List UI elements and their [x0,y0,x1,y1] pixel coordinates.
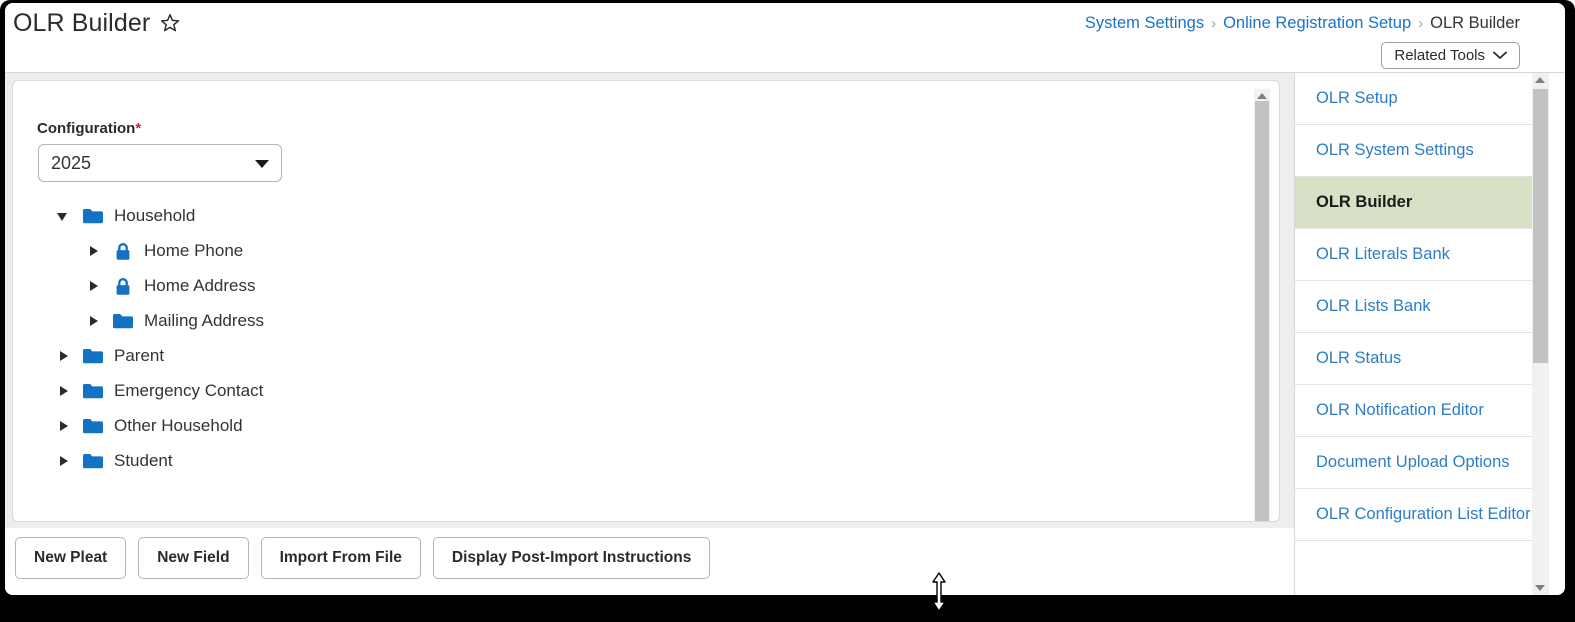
sidebar-item-label: OLR System Settings [1316,141,1474,159]
related-tools-label: Related Tools [1394,47,1485,64]
configuration-select[interactable]: 2025 [38,144,282,182]
sidebar-item-olr-configuration-list-editor[interactable]: OLR Configuration List Editor [1295,489,1532,541]
application-window: OLR Builder System Settings › Online Reg… [5,3,1565,595]
sidebar-scrollbar-thumb[interactable] [1533,89,1548,363]
star-outline-icon[interactable] [159,12,181,34]
display-post-import-instructions-button[interactable]: Display Post-Import Instructions [432,537,711,579]
tree-node-label: Home Phone [144,240,244,260]
window-bottom-strip [0,595,1575,622]
sidebar-item-label: OLR Literals Bank [1316,245,1450,263]
related-tools-button[interactable]: Related Tools [1381,42,1520,69]
tree-node-label: Student [114,450,173,470]
breadcrumb: System Settings › Online Registration Se… [1085,14,1520,33]
tree-node-mailing-address[interactable]: Mailing Address [13,303,1279,338]
required-asterisk: * [135,120,142,137]
action-bar: New Pleat New Field Import From File Displa… [5,528,1294,595]
sidebar-item-label: Document Upload Options [1316,453,1510,471]
sidebar-item-olr-literals-bank[interactable]: OLR Literals Bank [1295,229,1532,281]
folder-icon [82,452,104,470]
lock-icon [112,277,134,295]
sidebar-item-olr-lists-bank[interactable]: OLR Lists Bank [1295,281,1532,333]
page-title: OLR Builder [13,9,151,37]
configuration-select-value: 2025 [51,153,92,173]
folder-icon [112,312,134,330]
folder-icon [82,417,104,435]
sidebar-item-olr-status[interactable]: OLR Status [1295,333,1532,385]
caret-right-icon[interactable] [57,454,71,468]
folder-icon [82,382,104,400]
tree-node-other-household[interactable]: Other Household [13,408,1279,443]
sidebar-item-label: OLR Notification Editor [1316,401,1484,419]
sidebar-item-label: OLR Configuration List Editor [1316,505,1531,523]
main-scrollbar-thumb[interactable] [1255,101,1269,521]
scroll-down-arrow-icon[interactable] [1535,585,1545,591]
body-region: Configuration* 2025 Household Home Phone H… [5,73,1565,595]
tree-node-parent[interactable]: Parent [13,338,1279,373]
caret-right-icon[interactable] [57,349,71,363]
new-pleat-button[interactable]: New Pleat [15,537,127,579]
sidebar-item-label: OLR Lists Bank [1316,297,1431,315]
caret-right-icon[interactable] [57,384,71,398]
tree-node-home-address[interactable]: Home Address [13,268,1279,303]
action-buttons: New Pleat New Field Import From File Displa… [15,537,711,579]
tree-node-emergency-contact[interactable]: Emergency Contact [13,373,1279,408]
sidebar-scrollbar[interactable] [1532,73,1549,595]
tree-node-label: Home Address [144,275,256,295]
caret-down-icon [255,160,269,168]
tree-node-student[interactable]: Student [13,443,1279,478]
sidebar-item-label: OLR Setup [1316,89,1398,107]
sidebar-item-olr-system-settings[interactable]: OLR System Settings [1295,125,1532,177]
tree-node-label: Other Household [114,415,243,435]
breadcrumb-item-system-settings[interactable]: System Settings [1085,14,1204,33]
breadcrumb-separator-icon: › [1211,15,1217,32]
chevron-down-icon [1493,51,1507,60]
sidebar-item-olr-notification-editor[interactable]: OLR Notification Editor [1295,385,1532,437]
caret-right-icon[interactable] [87,279,101,293]
page-header: OLR Builder System Settings › Online Reg… [5,3,1565,73]
configuration-label-text: Configuration [37,120,136,137]
scroll-up-arrow-icon[interactable] [1257,93,1267,99]
sidebar-item-label: OLR Status [1316,349,1402,367]
builder-content-card: Configuration* 2025 Household Home Phone H… [12,80,1280,522]
breadcrumb-item-current: OLR Builder [1430,14,1520,32]
sidebar-item-olr-setup[interactable]: OLR Setup [1295,73,1532,125]
lock-icon [112,242,134,260]
related-tools-sidebar: OLR Setup OLR System Settings OLR Builder O… [1294,73,1565,595]
tree-node-home-phone[interactable]: Home Phone [13,233,1279,268]
tree-node-household[interactable]: Household [13,198,1279,233]
main-panel: Configuration* 2025 Household Home Phone H… [5,73,1294,595]
breadcrumb-separator-icon: › [1418,15,1424,32]
scroll-up-arrow-icon[interactable] [1535,77,1545,83]
sidebar-item-olr-builder[interactable]: OLR Builder [1295,177,1532,229]
import-from-file-button[interactable]: Import From File [260,537,421,579]
folder-icon [82,207,104,225]
configuration-label: Configuration* [37,120,141,137]
tree-node-label: Emergency Contact [114,380,264,400]
page-title-area: OLR Builder [13,8,181,38]
tree-node-label: Household [114,205,196,225]
caret-down-icon[interactable] [57,209,71,223]
sidebar-item-document-upload-options[interactable]: Document Upload Options [1295,437,1532,489]
sidebar-list: OLR Setup OLR System Settings OLR Builder O… [1295,73,1532,541]
window-frame: OLR Builder System Settings › Online Reg… [0,0,1575,622]
sidebar-item-label: OLR Builder [1316,193,1413,211]
main-scrollbar[interactable] [1254,89,1270,521]
breadcrumb-item-online-registration-setup[interactable]: Online Registration Setup [1223,14,1411,33]
new-field-button[interactable]: New Field [138,537,249,579]
caret-right-icon[interactable] [87,314,101,328]
vertical-resize-cursor [930,571,948,613]
tree-node-label: Parent [114,345,165,365]
folder-icon [82,347,104,365]
builder-tree: Household Home Phone Home Address Mailing A… [13,198,1279,478]
tree-node-label: Mailing Address [144,310,265,330]
caret-right-icon[interactable] [57,419,71,433]
caret-right-icon[interactable] [87,244,101,258]
